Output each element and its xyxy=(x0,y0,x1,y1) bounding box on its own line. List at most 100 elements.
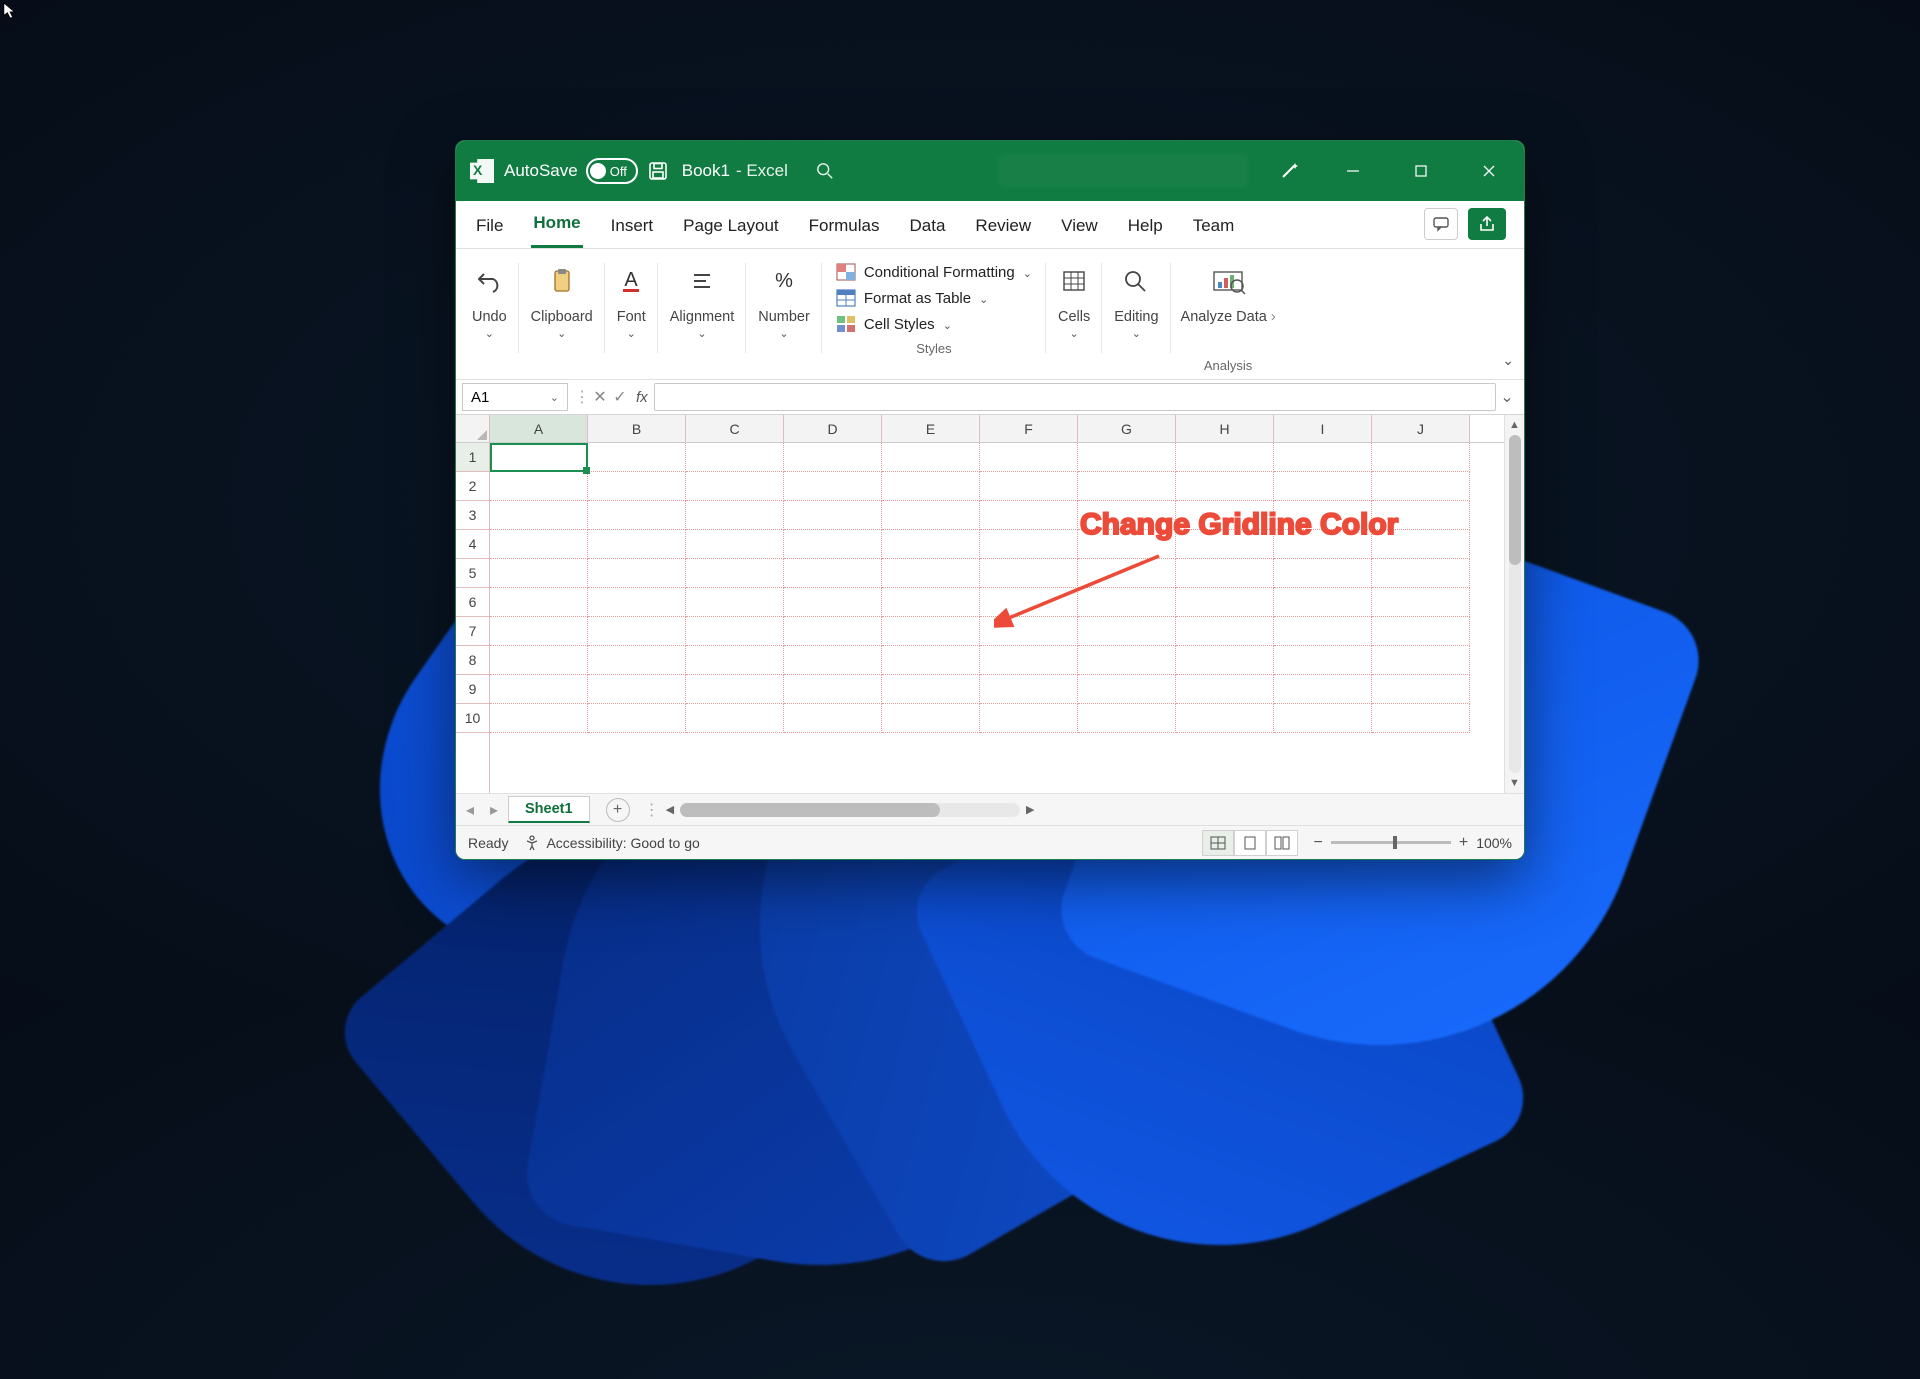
zoom-out-button[interactable]: − xyxy=(1314,834,1323,852)
search-icon[interactable] xyxy=(816,162,834,180)
next-sheet-icon[interactable]: ▸ xyxy=(484,800,504,820)
scroll-right-icon[interactable]: ▶ xyxy=(1026,803,1034,816)
sheet-tab-sheet1[interactable]: Sheet1 xyxy=(508,796,590,823)
percent-icon[interactable]: % xyxy=(770,268,798,294)
table-icon xyxy=(836,289,856,307)
tab-file[interactable]: File xyxy=(474,206,505,248)
tab-team[interactable]: Team xyxy=(1191,206,1237,248)
chevron-down-icon[interactable]: ⌄ xyxy=(485,327,494,340)
row-header[interactable]: 2 xyxy=(456,472,489,501)
comments-button[interactable] xyxy=(1424,208,1458,240)
expand-formula-bar-icon[interactable]: ⌄ xyxy=(1496,387,1518,407)
vertical-scroll-thumb[interactable] xyxy=(1509,435,1521,565)
analyze-data-label[interactable]: Analyze Data › xyxy=(1181,309,1276,326)
page-layout-view-button[interactable] xyxy=(1234,830,1266,856)
horizontal-scrollbar[interactable] xyxy=(680,803,1020,817)
tab-help[interactable]: Help xyxy=(1126,206,1165,248)
tab-insert[interactable]: Insert xyxy=(609,206,656,248)
column-header[interactable]: C xyxy=(686,415,784,442)
new-sheet-button[interactable]: + xyxy=(606,798,630,822)
column-header[interactable]: B xyxy=(588,415,686,442)
divider-icon: ⋮ xyxy=(574,387,590,407)
ribbon-group-number: % Number ⌄ xyxy=(746,253,822,379)
column-header[interactable]: I xyxy=(1274,415,1372,442)
clipboard-icon[interactable] xyxy=(548,268,576,294)
chevron-down-icon[interactable]: ⌄ xyxy=(627,327,636,340)
autosave-toggle[interactable]: Off xyxy=(586,158,638,184)
page-break-view-button[interactable] xyxy=(1266,830,1298,856)
row-header[interactable]: 1 xyxy=(456,443,489,472)
prev-sheet-icon[interactable]: ◂ xyxy=(460,800,480,820)
ribbon-group-alignment: Alignment ⌄ xyxy=(658,253,746,379)
format-as-table-button[interactable]: Format as Table⌄ xyxy=(836,285,989,311)
chevron-down-icon[interactable]: ⌄ xyxy=(1069,327,1078,340)
chevron-down-icon[interactable]: ⌄ xyxy=(779,327,788,340)
magic-wand-icon[interactable] xyxy=(1278,160,1300,182)
alignment-icon[interactable] xyxy=(688,268,716,294)
tab-formulas[interactable]: Formulas xyxy=(807,206,882,248)
chevron-down-icon[interactable]: ⌄ xyxy=(557,327,566,340)
collapse-ribbon-icon[interactable]: ⌄ xyxy=(1502,352,1514,369)
row-header[interactable]: 10 xyxy=(456,704,489,733)
name-box[interactable]: A1 ⌄ xyxy=(462,383,568,411)
fx-icon[interactable]: fx xyxy=(636,389,648,406)
font-icon[interactable]: A xyxy=(617,268,645,294)
document-title[interactable]: Book1 - Excel xyxy=(682,161,788,181)
cancel-formula-icon[interactable]: ✕ xyxy=(590,387,610,407)
zoom-in-button[interactable]: + xyxy=(1459,834,1468,852)
zoom-control: − + 100% xyxy=(1314,834,1513,852)
minimize-button[interactable] xyxy=(1324,141,1382,201)
row-header[interactable]: 9 xyxy=(456,675,489,704)
row-header[interactable]: 5 xyxy=(456,559,489,588)
tab-page-layout[interactable]: Page Layout xyxy=(681,206,780,248)
formula-input[interactable] xyxy=(654,383,1496,411)
zoom-slider-thumb[interactable] xyxy=(1393,836,1397,849)
horizontal-scroll-thumb[interactable] xyxy=(680,803,940,817)
column-header[interactable]: D xyxy=(784,415,882,442)
cell-styles-button[interactable]: Cell Styles⌄ xyxy=(836,311,952,337)
scroll-up-icon[interactable]: ▲ xyxy=(1509,419,1520,431)
column-header[interactable]: J xyxy=(1372,415,1470,442)
maximize-button[interactable] xyxy=(1392,141,1450,201)
cells-icon[interactable] xyxy=(1060,268,1088,294)
accessibility-icon xyxy=(524,835,540,851)
zoom-level[interactable]: 100% xyxy=(1476,835,1512,851)
find-icon[interactable] xyxy=(1122,268,1150,294)
enter-formula-icon[interactable]: ✓ xyxy=(610,387,630,407)
row-header[interactable]: 7 xyxy=(456,617,489,646)
page-break-icon xyxy=(1274,836,1290,850)
vertical-scrollbar[interactable]: ▲ ▼ xyxy=(1504,415,1524,793)
column-header[interactable]: H xyxy=(1176,415,1274,442)
tab-home[interactable]: Home xyxy=(531,203,582,248)
row-header[interactable]: 3 xyxy=(456,501,489,530)
cells-area[interactable]: Change Gridline Color xyxy=(490,443,1504,793)
column-header[interactable]: F xyxy=(980,415,1078,442)
scroll-left-icon[interactable]: ◀ xyxy=(666,803,674,816)
select-all-corner[interactable] xyxy=(456,415,489,443)
column-header[interactable]: G xyxy=(1078,415,1176,442)
save-icon[interactable] xyxy=(648,161,668,181)
normal-view-button[interactable] xyxy=(1202,830,1234,856)
accessibility-status[interactable]: Accessibility: Good to go xyxy=(524,835,699,851)
chevron-down-icon[interactable]: ⌄ xyxy=(1132,327,1141,340)
row-header[interactable]: 6 xyxy=(456,588,489,617)
chevron-down-icon[interactable]: ⌄ xyxy=(697,327,706,340)
tab-view[interactable]: View xyxy=(1059,206,1100,248)
column-headers: A B C D E F G H I J xyxy=(490,415,1504,443)
tab-data[interactable]: Data xyxy=(908,206,948,248)
conditional-formatting-button[interactable]: Conditional Formatting⌄ xyxy=(836,259,1032,285)
analyze-data-icon[interactable] xyxy=(1210,266,1246,296)
close-button[interactable] xyxy=(1460,141,1518,201)
tab-review[interactable]: Review xyxy=(973,206,1033,248)
zoom-slider[interactable] xyxy=(1331,841,1451,844)
share-button[interactable] xyxy=(1468,208,1506,240)
row-header[interactable]: 8 xyxy=(456,646,489,675)
row-headers: 1 2 3 4 5 6 7 8 9 10 xyxy=(456,415,490,793)
column-header[interactable]: A xyxy=(490,415,588,442)
undo-icon[interactable] xyxy=(475,268,503,294)
autosave-control[interactable]: AutoSave Off xyxy=(504,158,638,184)
column-header[interactable]: E xyxy=(882,415,980,442)
chevron-down-icon: ⌄ xyxy=(979,293,988,306)
row-header[interactable]: 4 xyxy=(456,530,489,559)
scroll-down-icon[interactable]: ▼ xyxy=(1509,777,1520,789)
